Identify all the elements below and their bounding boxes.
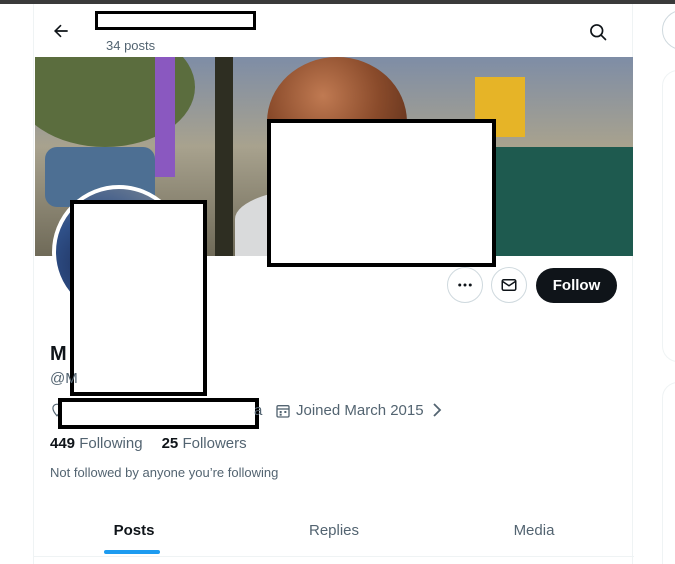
calendar-icon: [276, 404, 290, 418]
banner-vehicle: [475, 147, 633, 256]
posts-count: 34 posts: [106, 38, 156, 53]
sidebar-card: [662, 70, 675, 362]
tab-media[interactable]: Media: [434, 504, 634, 556]
profile-header: 34 posts: [34, 4, 634, 57]
location-fragment: a: [254, 402, 263, 419]
followers-count: 25: [161, 435, 179, 452]
mail-icon: [501, 279, 517, 291]
active-tab-indicator: [104, 550, 160, 554]
following-link[interactable]: 449 Following: [50, 435, 143, 452]
search-icon: [590, 24, 607, 41]
tab-posts[interactable]: Posts: [34, 504, 234, 556]
banner-pole: [215, 57, 233, 256]
redacted-display-name: [95, 11, 256, 30]
followers-link[interactable]: 25 Followers: [162, 435, 247, 452]
search-button[interactable]: [584, 18, 612, 46]
arrow-left-icon: [54, 24, 68, 38]
handle: @M: [50, 370, 78, 387]
sidebar-card: [662, 382, 675, 564]
joined-text: Joined March 2015: [296, 402, 424, 419]
redaction-box-meta: [58, 398, 259, 429]
display-name: M: [50, 343, 67, 365]
following-label: Following: [79, 435, 143, 452]
redaction-box-banner: [267, 119, 496, 267]
tab-replies[interactable]: Replies: [234, 504, 434, 556]
more-options-button[interactable]: [447, 267, 483, 303]
message-button[interactable]: [491, 267, 527, 303]
sidebar-search-box[interactable]: [662, 10, 675, 50]
chevron-right-icon[interactable]: [431, 401, 443, 424]
follow-stats: 449 Following 25 Followers: [50, 435, 247, 452]
followed-by-note: Not followed by anyone you’re following: [50, 465, 279, 480]
follow-button[interactable]: Follow: [536, 268, 617, 303]
more-horizontal-icon: [458, 283, 472, 287]
banner-flag: [155, 57, 175, 177]
back-button[interactable]: [46, 16, 76, 46]
following-count: 449: [50, 435, 76, 452]
profile-column: 34 posts Follow M @M a Joined March 2015…: [33, 4, 634, 564]
redaction-box-avatar: [70, 200, 207, 396]
followers-label: Followers: [182, 435, 247, 452]
joined-date: Joined March 2015: [275, 402, 424, 419]
